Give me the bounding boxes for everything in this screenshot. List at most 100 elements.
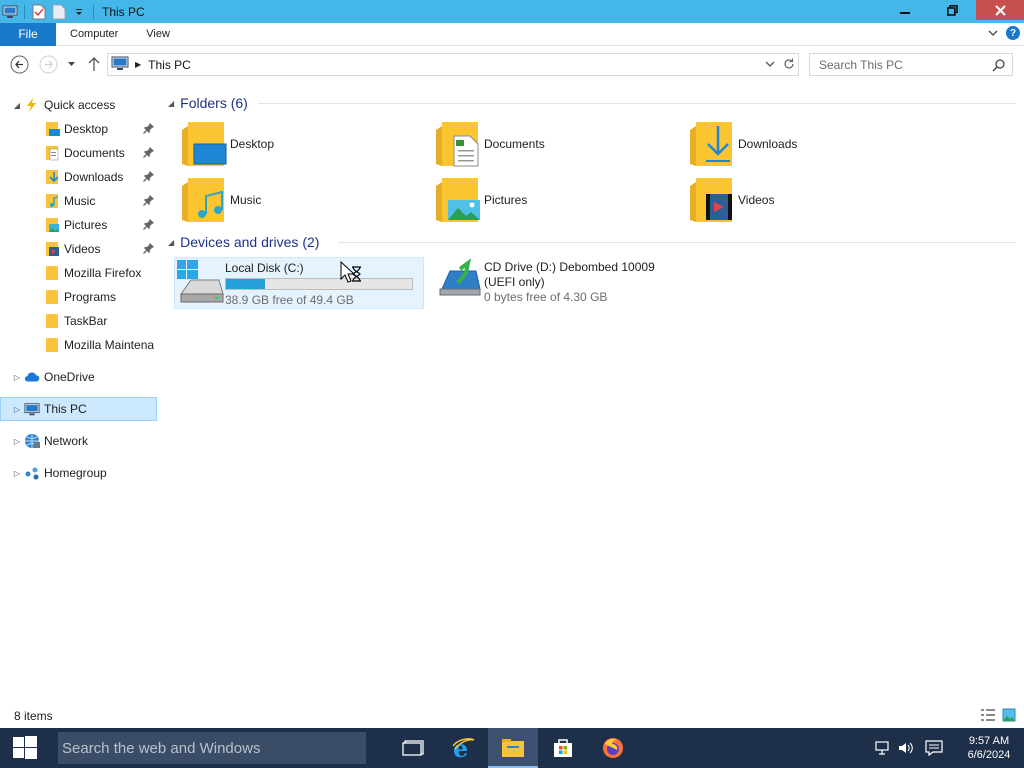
tab-computer[interactable]: Computer bbox=[56, 28, 132, 40]
section-divider bbox=[338, 242, 1016, 243]
refresh-icon[interactable] bbox=[782, 56, 796, 75]
drive-name-line2: (UEFI only) bbox=[484, 275, 545, 289]
drive-tile-local-disk-c[interactable]: Local Disk (C:) 38.9 GB free of 49.4 GB bbox=[174, 257, 424, 309]
nav-item-pictures[interactable]: Pictures bbox=[0, 213, 157, 237]
nav-item-documents[interactable]: Documents bbox=[0, 141, 157, 165]
task-view-button[interactable] bbox=[388, 728, 438, 768]
clock[interactable]: 9:57 AM 6/6/2024 bbox=[954, 734, 1024, 762]
nav-network[interactable]: ▷ Network bbox=[0, 429, 157, 453]
pin-icon[interactable] bbox=[143, 194, 155, 209]
clock-time: 9:57 AM bbox=[968, 735, 1010, 747]
expand-ribbon-chevron-icon[interactable] bbox=[988, 26, 998, 40]
drive-tile-cd-drive-d[interactable]: CD Drive (D:) Debombed 10009 (UEFI only)… bbox=[434, 257, 694, 309]
pin-icon[interactable] bbox=[143, 170, 155, 185]
new-folder-icon[interactable] bbox=[51, 4, 67, 20]
nav-label: Homegroup bbox=[44, 466, 107, 480]
star-icon bbox=[24, 97, 40, 113]
help-icon[interactable]: ? bbox=[1006, 26, 1020, 40]
details-view-icon[interactable] bbox=[980, 708, 996, 725]
window-title: This PC bbox=[102, 4, 145, 19]
devices-section-header[interactable]: ◢ Devices and drives (2) bbox=[168, 232, 1016, 252]
nav-quick-access[interactable]: ◢ Quick access bbox=[0, 93, 157, 117]
pin-icon[interactable] bbox=[143, 242, 155, 257]
breadcrumb[interactable]: This PC bbox=[148, 58, 191, 72]
pin-icon[interactable] bbox=[143, 146, 155, 161]
tab-file[interactable]: File bbox=[0, 22, 56, 46]
navigation-pane: ◢ Quick access Desktop Documents Downloa… bbox=[0, 92, 160, 702]
folder-tile-documents[interactable]: Documents bbox=[434, 118, 674, 170]
folder-tile-music[interactable]: Music bbox=[180, 174, 420, 226]
collapse-arrow-icon[interactable]: ◢ bbox=[168, 99, 174, 108]
title-bar: This PC bbox=[0, 0, 1024, 23]
folder-tile-downloads[interactable]: Downloads bbox=[688, 118, 928, 170]
pin-icon[interactable] bbox=[143, 218, 155, 233]
folder-tile-pictures[interactable]: Pictures bbox=[434, 174, 674, 226]
music-folder-icon bbox=[180, 176, 228, 224]
drive-free-space: 0 bytes free of 4.30 GB bbox=[484, 290, 608, 304]
address-bar[interactable]: ▶ This PC bbox=[107, 53, 799, 76]
nav-item-downloads[interactable]: Downloads bbox=[0, 165, 157, 189]
taskbar-search-input[interactable]: Search the web and Windows bbox=[58, 732, 366, 764]
expand-arrow-icon[interactable]: ▷ bbox=[10, 469, 24, 478]
pictures-folder-icon bbox=[434, 176, 482, 224]
restore-button[interactable] bbox=[929, 0, 975, 20]
recent-locations-chevron-icon[interactable] bbox=[67, 61, 76, 67]
nav-homegroup[interactable]: ▷ Homegroup bbox=[0, 461, 157, 485]
search-input[interactable]: Search This PC bbox=[809, 53, 1013, 76]
desktop-folder-icon bbox=[180, 120, 228, 168]
nav-label: Mozilla Firefox bbox=[64, 266, 142, 280]
folder-label: Music bbox=[230, 193, 262, 207]
nav-item-videos[interactable]: Videos bbox=[0, 237, 157, 261]
taskbar-firefox[interactable] bbox=[588, 728, 638, 768]
nav-label: Videos bbox=[64, 242, 101, 256]
this-pc-window-icon[interactable] bbox=[2, 4, 18, 20]
forward-button[interactable] bbox=[39, 55, 58, 74]
drive-details: Local Disk (C:) 38.9 GB free of 49.4 GB bbox=[225, 258, 413, 308]
expand-arrow-icon[interactable]: ▷ bbox=[10, 437, 24, 446]
properties-icon[interactable] bbox=[31, 4, 47, 20]
nav-item-programs[interactable]: Programs bbox=[0, 285, 157, 309]
folders-section-header[interactable]: ◢ Folders (6) bbox=[168, 93, 1016, 113]
this-pc-icon bbox=[24, 401, 40, 417]
taskbar-internet-explorer[interactable]: e bbox=[438, 728, 488, 768]
collapse-arrow-icon[interactable]: ◢ bbox=[168, 238, 174, 247]
network-status-icon[interactable] bbox=[870, 740, 894, 756]
nav-label: Pictures bbox=[64, 218, 108, 232]
close-button[interactable] bbox=[976, 0, 1024, 20]
nav-item-mozilla-firefox[interactable]: Mozilla Firefox bbox=[0, 261, 157, 285]
nav-item-taskbar[interactable]: TaskBar bbox=[0, 309, 157, 333]
nav-item-music[interactable]: Music bbox=[0, 189, 157, 213]
back-button[interactable] bbox=[10, 55, 29, 74]
downloads-folder-icon bbox=[44, 169, 60, 185]
minimize-button[interactable] bbox=[882, 0, 928, 20]
customize-toolbar-icon[interactable] bbox=[71, 4, 87, 20]
volume-icon[interactable] bbox=[894, 740, 918, 756]
expand-arrow-icon[interactable]: ▷ bbox=[10, 373, 24, 382]
folder-tile-videos[interactable]: Videos bbox=[688, 174, 928, 226]
start-button[interactable] bbox=[0, 728, 50, 768]
folder-icon bbox=[44, 337, 60, 353]
expand-arrow-icon[interactable]: ▷ bbox=[10, 405, 24, 414]
large-icons-view-icon[interactable] bbox=[1002, 708, 1016, 725]
collapse-arrow-icon[interactable]: ◢ bbox=[10, 101, 24, 110]
window-controls bbox=[882, 0, 1024, 20]
up-button[interactable] bbox=[87, 56, 101, 72]
search-icon[interactable] bbox=[992, 58, 1006, 75]
taskbar-store[interactable] bbox=[538, 728, 588, 768]
address-bar-actions bbox=[764, 56, 796, 75]
breadcrumb-arrow-icon[interactable]: ▶ bbox=[135, 60, 141, 69]
nav-label: Downloads bbox=[64, 170, 124, 184]
address-dropdown-chevron-icon[interactable] bbox=[764, 57, 776, 74]
nav-this-pc[interactable]: ▷ This PC bbox=[0, 397, 157, 421]
nav-item-desktop[interactable]: Desktop bbox=[0, 117, 157, 141]
system-tray: 9:57 AM 6/6/2024 bbox=[870, 728, 1024, 768]
action-center-icon[interactable] bbox=[922, 740, 946, 756]
folder-tile-desktop[interactable]: Desktop bbox=[180, 118, 420, 170]
search-placeholder: Search This PC bbox=[819, 57, 903, 72]
tab-view[interactable]: View bbox=[132, 28, 184, 40]
nav-onedrive[interactable]: ▷ OneDrive bbox=[0, 365, 157, 389]
taskbar-file-explorer[interactable] bbox=[488, 728, 538, 768]
pin-icon[interactable] bbox=[143, 122, 155, 137]
music-folder-icon bbox=[44, 193, 60, 209]
nav-item-mozilla-maintenance[interactable]: Mozilla Maintena bbox=[0, 333, 157, 357]
